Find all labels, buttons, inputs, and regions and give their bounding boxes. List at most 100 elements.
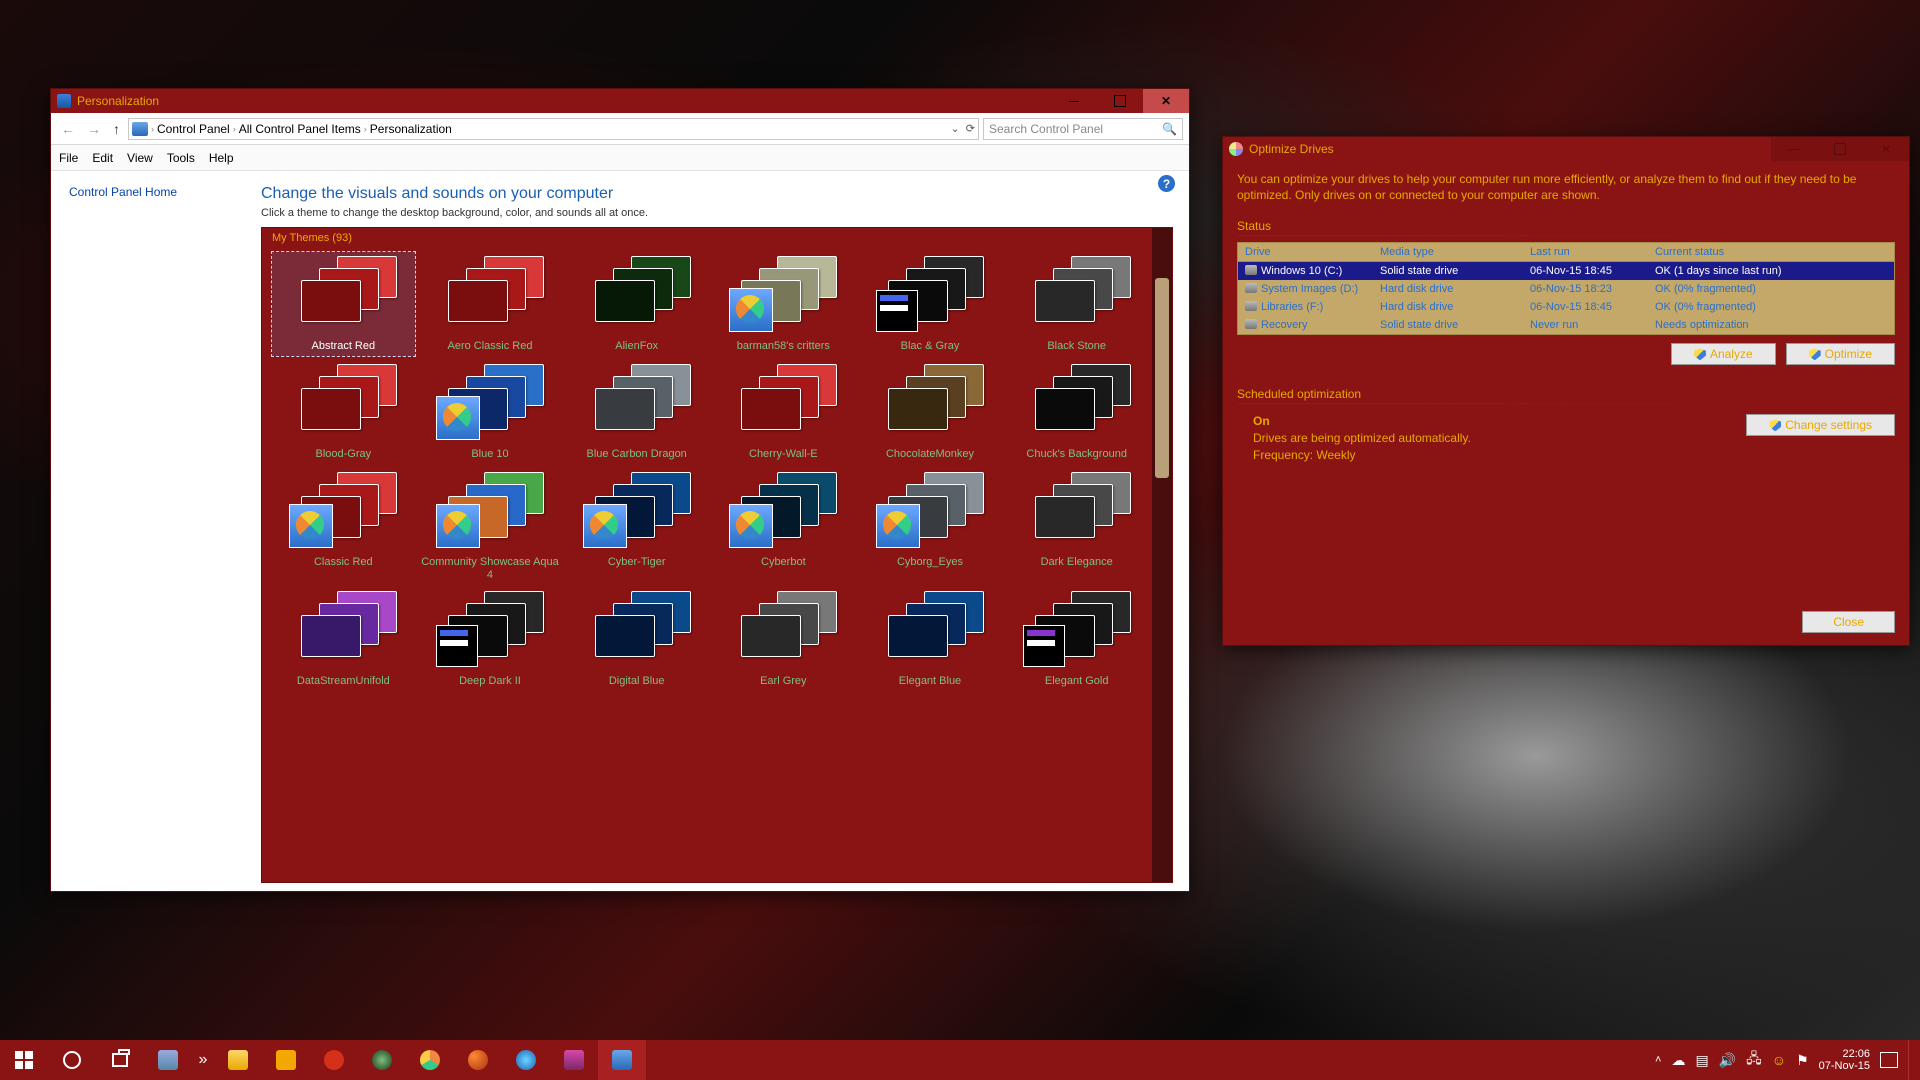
col-lastrun[interactable]: Last run — [1523, 243, 1648, 261]
tray-smiley-icon[interactable]: ☺ — [1772, 1052, 1786, 1068]
menu-edit[interactable]: Edit — [92, 151, 113, 165]
theme-item[interactable]: Cyber-Tiger — [565, 468, 708, 583]
cortana-button[interactable] — [48, 1040, 96, 1080]
start-button[interactable] — [0, 1040, 48, 1080]
titlebar[interactable]: Optimize Drives — [1223, 137, 1909, 161]
theme-item[interactable]: barman58's critters — [712, 252, 855, 356]
tray-volume-icon[interactable]: 🔊 — [1719, 1052, 1736, 1069]
taskbar-recycle-bin[interactable] — [144, 1040, 192, 1080]
taskbar-ie[interactable] — [502, 1040, 550, 1080]
theme-item[interactable]: Community Showcase Aqua 4 — [419, 468, 562, 583]
col-drive[interactable]: Drive — [1238, 243, 1373, 261]
window-title: Optimize Drives — [1249, 142, 1334, 156]
drive-row[interactable]: Windows 10 (C:)Solid state drive06-Nov-1… — [1238, 262, 1894, 280]
clock-time: 22:06 — [1819, 1048, 1870, 1060]
theme-item[interactable]: Elegant Blue — [859, 587, 1002, 691]
menu-view[interactable]: View — [127, 151, 153, 165]
tray-chevron-up-icon[interactable]: ˄ — [1655, 1054, 1661, 1066]
shield-icon — [1809, 348, 1821, 360]
theme-label: Cherry-Wall-E — [749, 448, 818, 462]
breadcrumb-item[interactable]: Control Panel — [157, 122, 230, 136]
theme-label: Earl Grey — [760, 675, 806, 689]
taskbar-app-globe[interactable] — [358, 1040, 406, 1080]
menu-help[interactable]: Help — [209, 151, 234, 165]
col-status[interactable]: Current status — [1648, 243, 1894, 261]
control-panel-home-link[interactable]: Control Panel Home — [69, 185, 177, 199]
taskbar-app-pink[interactable] — [550, 1040, 598, 1080]
close-button[interactable]: ✕ — [1143, 89, 1189, 113]
drives-table: Drive Media type Last run Current status… — [1237, 242, 1895, 335]
drive-icon — [1245, 301, 1257, 311]
shield-icon — [1769, 419, 1781, 431]
up-button[interactable]: ↑ — [109, 119, 124, 139]
optimize-button[interactable]: Optimize — [1786, 343, 1895, 365]
taskbar-firefox[interactable] — [454, 1040, 502, 1080]
theme-item[interactable]: Chuck's Background — [1005, 360, 1148, 464]
maximize-button[interactable] — [1817, 137, 1863, 161]
menu-file[interactable]: File — [59, 151, 78, 165]
theme-item[interactable]: Deep Dark II — [419, 587, 562, 691]
tray-network-icon[interactable]: 🖧 — [1746, 1048, 1762, 1072]
tray-flag-icon[interactable]: ⚑ — [1796, 1052, 1809, 1069]
theme-item[interactable]: Digital Blue — [565, 587, 708, 691]
theme-item[interactable]: Blac & Gray — [859, 252, 1002, 356]
taskbar-file-explorer[interactable] — [214, 1040, 262, 1080]
change-settings-button[interactable]: Change settings — [1746, 414, 1895, 436]
tray-safely-remove-icon[interactable]: ▤ — [1695, 1052, 1708, 1069]
dropdown-icon[interactable]: ⌄ ⟳ — [950, 122, 975, 135]
titlebar[interactable]: Personalization ✕ — [51, 89, 1189, 113]
minimize-button[interactable] — [1051, 89, 1097, 113]
scrollbar-thumb[interactable] — [1155, 278, 1169, 478]
theme-label: Chuck's Background — [1026, 448, 1127, 462]
theme-item[interactable]: Cherry-Wall-E — [712, 360, 855, 464]
tray-onedrive-icon[interactable]: ☁ — [1671, 1052, 1685, 1069]
theme-item[interactable]: Blue 10 — [419, 360, 562, 464]
back-button[interactable]: ← — [57, 119, 79, 139]
drive-row[interactable]: RecoverySolid state driveNever runNeeds … — [1238, 316, 1894, 334]
theme-item[interactable]: Elegant Gold — [1005, 587, 1148, 691]
show-desktop-button[interactable] — [1908, 1040, 1914, 1080]
theme-item[interactable]: DataStreamUnifold — [272, 587, 415, 691]
close-dialog-button[interactable]: Close — [1802, 611, 1895, 633]
minimize-button[interactable] — [1771, 137, 1817, 161]
search-icon: 🔍 — [1162, 122, 1177, 136]
theme-item[interactable]: Blue Carbon Dragon — [565, 360, 708, 464]
menu-tools[interactable]: Tools — [167, 151, 195, 165]
action-center-button[interactable] — [1880, 1052, 1898, 1068]
theme-item[interactable]: Cyberbot — [712, 468, 855, 583]
taskbar-ccleaner[interactable] — [310, 1040, 358, 1080]
taskbar-control-panel-active[interactable] — [598, 1040, 646, 1080]
theme-item[interactable]: Abstract Red — [272, 252, 415, 356]
drive-row[interactable]: System Images (D:)Hard disk drive06-Nov-… — [1238, 280, 1894, 298]
taskbar-overflow[interactable]: » — [192, 1040, 214, 1080]
analyze-button[interactable]: Analyze — [1671, 343, 1776, 365]
task-view-button[interactable] — [96, 1040, 144, 1080]
breadcrumb-item[interactable]: All Control Panel Items — [239, 122, 361, 136]
theme-item[interactable]: Aero Classic Red — [419, 252, 562, 356]
theme-item[interactable]: Black Stone — [1005, 252, 1148, 356]
taskbar-chrome[interactable] — [406, 1040, 454, 1080]
help-icon[interactable]: ? — [1158, 175, 1175, 192]
drive-row[interactable]: Libraries (F:)Hard disk drive06-Nov-15 1… — [1238, 298, 1894, 316]
maximize-button[interactable] — [1097, 89, 1143, 113]
theme-item[interactable]: ChocolateMonkey — [859, 360, 1002, 464]
forward-button[interactable]: → — [83, 119, 105, 139]
taskbar-clock[interactable]: 22:06 07-Nov-15 — [1819, 1048, 1870, 1072]
theme-item[interactable]: AlienFox — [565, 252, 708, 356]
scrollbar[interactable] — [1152, 228, 1172, 882]
theme-item[interactable]: Dark Elegance — [1005, 468, 1148, 583]
theme-item[interactable]: Cyborg_Eyes — [859, 468, 1002, 583]
theme-item[interactable]: Classic Red — [272, 468, 415, 583]
address-bar[interactable]: › Control Panel › All Control Panel Item… — [128, 118, 979, 140]
search-input[interactable]: Search Control Panel 🔍 — [983, 118, 1183, 140]
desktop: Personalization ✕ ← → ↑ › Control Panel … — [0, 0, 1920, 1080]
theme-item[interactable]: Earl Grey — [712, 587, 855, 691]
theme-label: Dark Elegance — [1041, 556, 1113, 570]
col-media[interactable]: Media type — [1373, 243, 1523, 261]
theme-label: barman58's critters — [737, 340, 830, 354]
close-button[interactable] — [1863, 137, 1909, 161]
theme-label: Blue Carbon Dragon — [587, 448, 687, 462]
theme-item[interactable]: Blood-Gray — [272, 360, 415, 464]
taskbar-app-orange[interactable] — [262, 1040, 310, 1080]
breadcrumb-item[interactable]: Personalization — [370, 122, 452, 136]
